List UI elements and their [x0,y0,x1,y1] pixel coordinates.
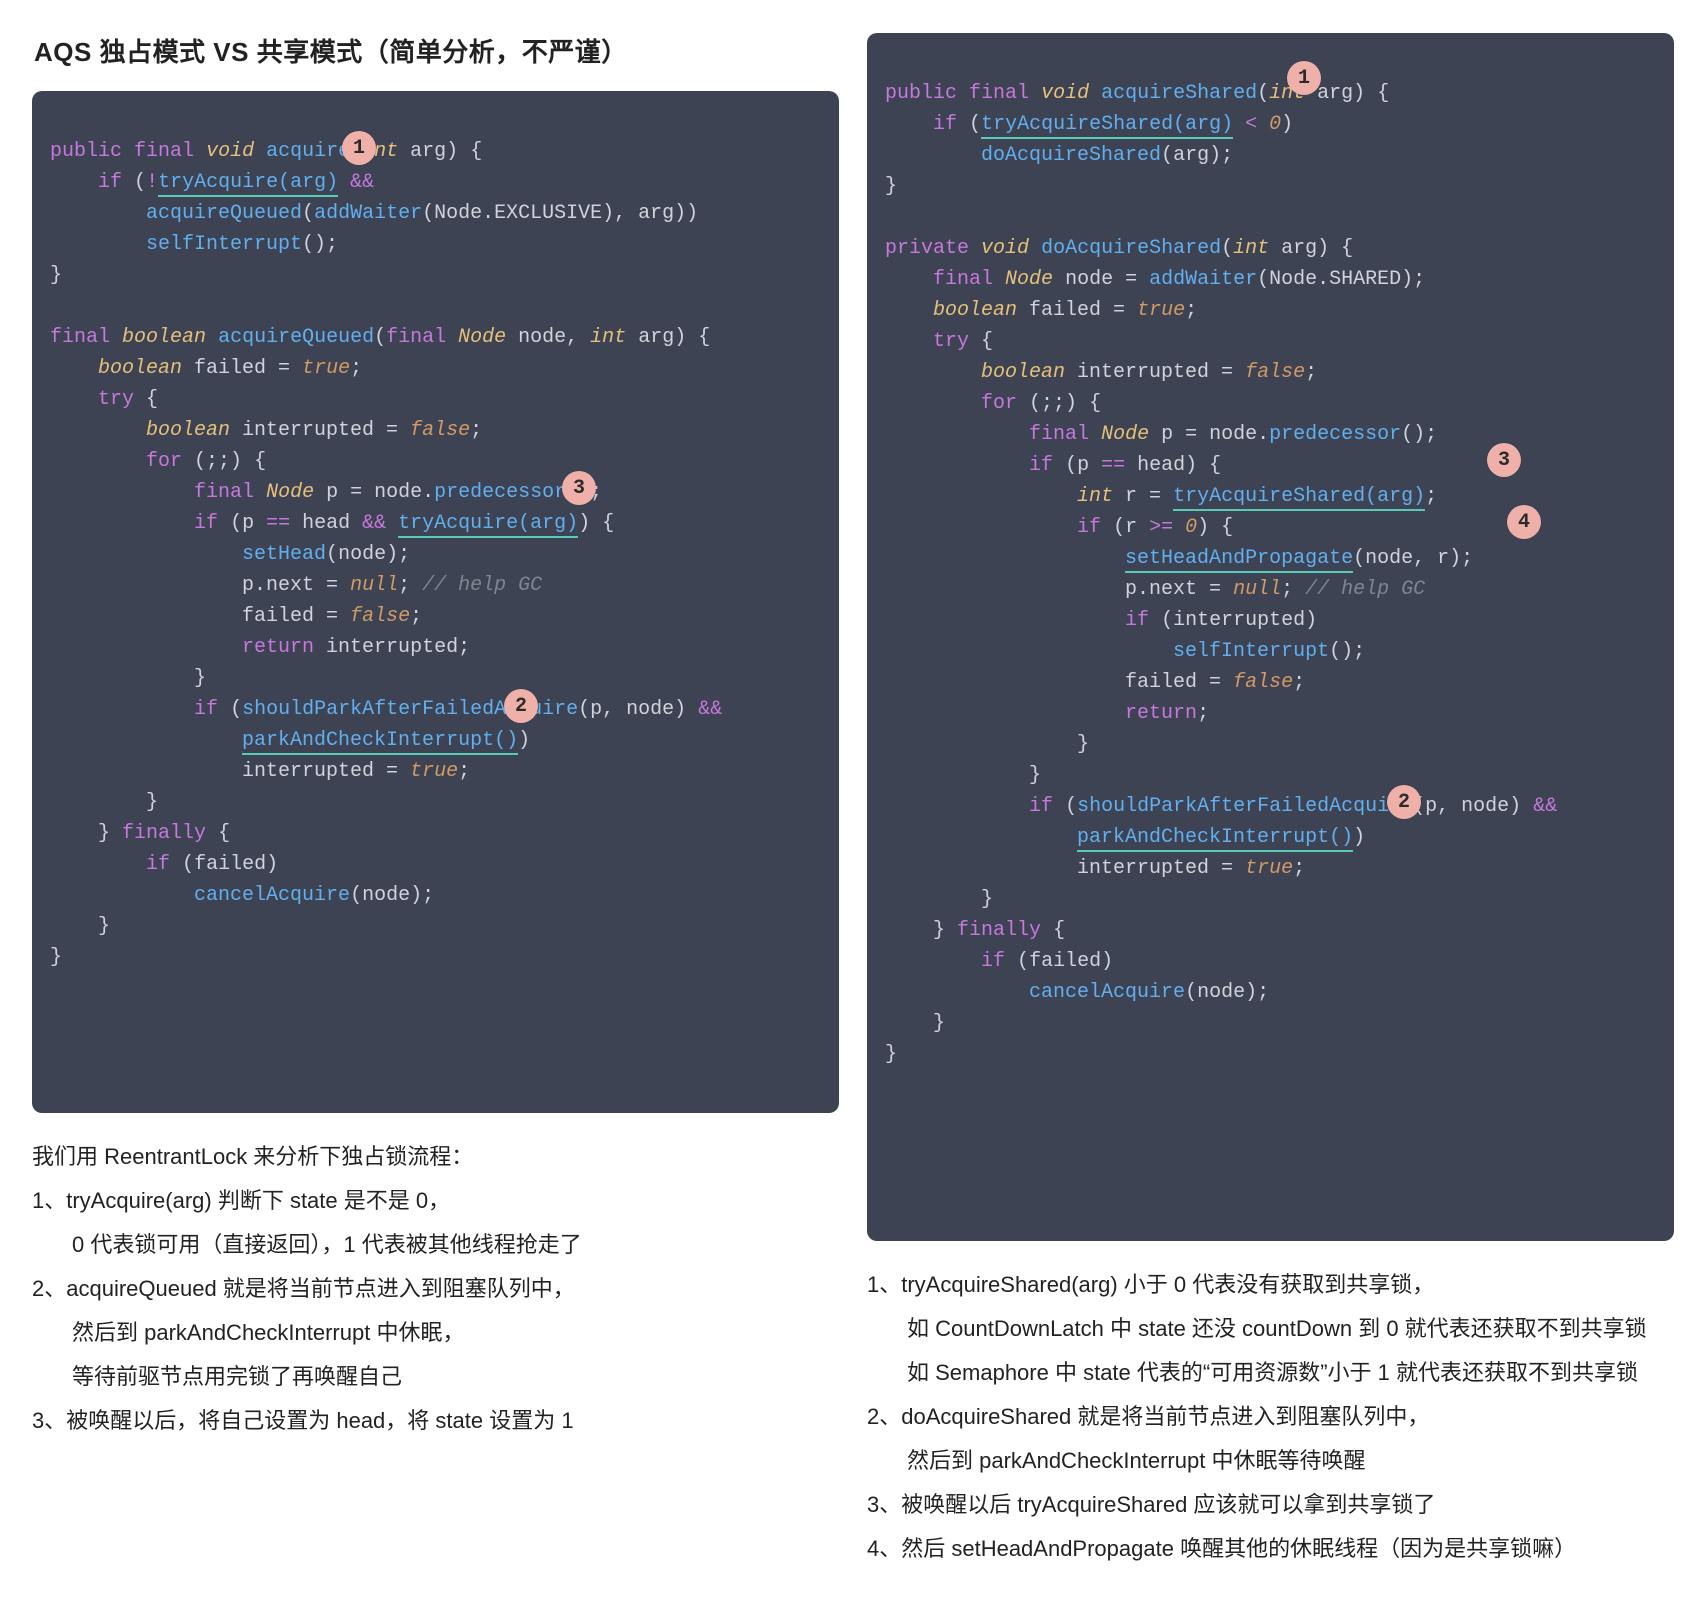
note-line: 2、acquireQueued 就是将当前节点进入到阻塞队列中， [32,1267,839,1311]
note-line: 我们用 ReentrantLock 来分析下独占锁流程： [32,1135,839,1179]
note-line: 1、tryAcquire(arg) 判断下 state 是不是 0， [32,1179,839,1223]
try-acquire-underline-2: tryAcquire(arg) [398,512,578,538]
note-line: 3、被唤醒以后 tryAcquireShared 应该就可以拿到共享锁了 [867,1483,1674,1527]
note-line: 如 Semaphore 中 state 代表的“可用资源数”小于 1 就代表还获… [867,1351,1674,1395]
note-line: 然后到 parkAndCheckInterrupt 中休眠， [32,1311,839,1355]
note-line: 0 代表锁可用（直接返回），1 代表被其他线程抢走了 [32,1223,839,1267]
columns: public final void acquire(int arg) { if … [32,91,1674,1571]
note-line: 如 CountDownLatch 中 state 还没 countDown 到 … [867,1307,1674,1351]
right-column: public final void acquireShared(int arg)… [867,33,1674,1571]
note-line: 1、tryAcquireShared(arg) 小于 0 代表没有获取到共享锁， [867,1263,1674,1307]
right-notes: 1、tryAcquireShared(arg) 小于 0 代表没有获取到共享锁，… [867,1263,1674,1571]
code-shared: public final void acquireShared(int arg)… [867,33,1674,1241]
set-head-propagate-underline: setHeadAndPropagate [1125,547,1353,573]
try-acquire-shared-underline-2: tryAcquireShared(arg) [1173,485,1425,511]
try-acquire-underline: tryAcquire(arg) [158,171,338,197]
badge-3: 3 [1487,443,1521,477]
note-line: 然后到 parkAndCheckInterrupt 中休眠等待唤醒 [867,1439,1674,1483]
note-line: 4、然后 setHeadAndPropagate 唤醒其他的休眠线程（因为是共享… [867,1527,1674,1571]
badge-3: 3 [562,471,596,505]
badge-4: 4 [1507,505,1541,539]
try-acquire-shared-underline: tryAcquireShared(arg) [981,113,1233,139]
note-line: 3、被唤醒以后，将自己设置为 head，将 state 设置为 1 [32,1399,839,1443]
badge-2: 2 [504,689,538,723]
park-check-underline: parkAndCheckInterrupt() [242,729,518,755]
note-line: 等待前驱节点用完锁了再唤醒自己 [32,1355,839,1399]
note-line: 2、doAcquireShared 就是将当前节点进入到阻塞队列中， [867,1395,1674,1439]
code-exclusive: public final void acquire(int arg) { if … [32,91,839,1113]
left-notes: 我们用 ReentrantLock 来分析下独占锁流程： 1、tryAcquir… [32,1135,839,1443]
badge-2: 2 [1387,785,1421,819]
badge-1: 1 [342,131,376,165]
badge-1: 1 [1287,61,1321,95]
park-check-underline-2: parkAndCheckInterrupt() [1077,826,1353,852]
page: AQS 独占模式 VS 共享模式（简单分析，不严谨） public final … [0,0,1706,1599]
left-column: public final void acquire(int arg) { if … [32,91,839,1443]
